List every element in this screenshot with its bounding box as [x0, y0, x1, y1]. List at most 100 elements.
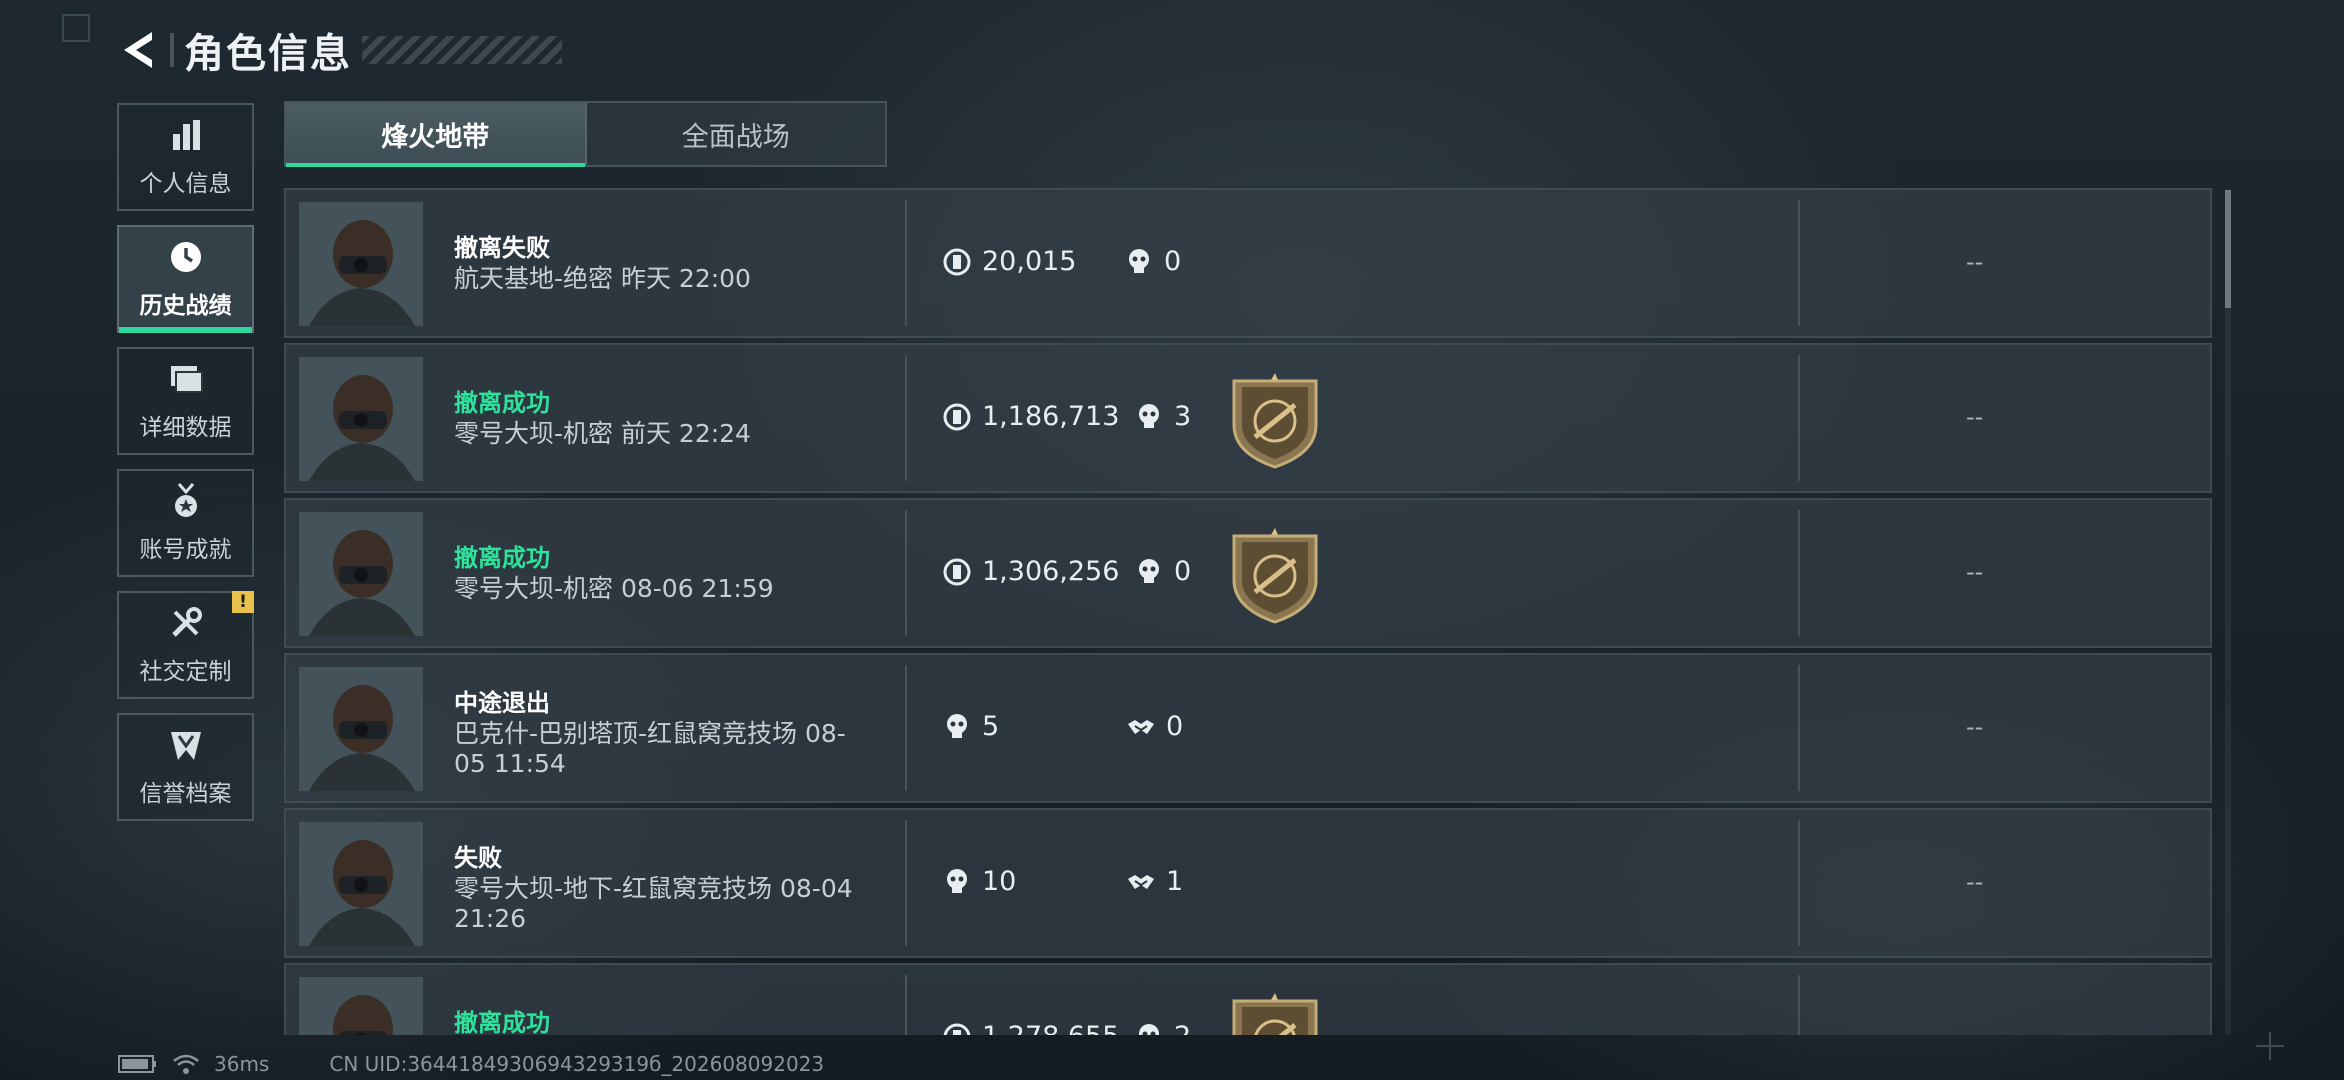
kills-stat: 3 [1134, 401, 1191, 432]
match-history-list[interactable]: 撤离失败 航天基地-绝密 昨天 22:00 20,015 0 -- 撤离成功 零… [284, 188, 2212, 1035]
column-divider [905, 975, 907, 1035]
kills-count: 2 [1174, 1021, 1191, 1035]
assists-count: 0 [1166, 711, 1184, 742]
corner-frame [62, 14, 90, 42]
back-arrow-icon[interactable] [118, 26, 162, 74]
kills-count: 5 [982, 711, 1000, 742]
scrollbar-thumb[interactable] [2225, 190, 2231, 308]
skull-icon [947, 713, 967, 738]
plus-icon [2256, 1032, 2284, 1060]
skull-icon [1139, 403, 1159, 428]
asset-value: 1,186,713 [982, 401, 1120, 432]
match-row[interactable]: 撤离失败 航天基地-绝密 昨天 22:00 20,015 0 -- [284, 188, 2212, 338]
asset-value-stat: 1,278,655 [942, 1021, 1119, 1035]
handshake-icon [1128, 874, 1154, 889]
sidebar: 个人信息 历史战绩 详细数据 账号成就 ! 社交定制 信誉档案 [117, 103, 254, 835]
asset-value: 1,278,655 [982, 1021, 1119, 1035]
kills-stat: 2 [1134, 1021, 1191, 1035]
column-divider [905, 510, 907, 636]
operator-avatar [299, 822, 423, 946]
kills-count: 3 [1174, 401, 1192, 432]
currency-icon [943, 248, 971, 275]
column-divider [1798, 510, 1800, 636]
match-row[interactable]: 失败 零号大坝-地下-红鼠窝竞技场 08-04 21:26 10 1 -- [284, 808, 2212, 958]
skull-icon [1139, 558, 1159, 583]
extra-value: -- [1966, 403, 1984, 431]
kills-count: 10 [982, 866, 1017, 897]
sidebar-item-match-history[interactable]: 历史战绩 [117, 225, 254, 333]
extra-value: -- [1966, 1023, 1983, 1035]
page-title: 角色信息 [184, 31, 352, 77]
asset-value-stat: 1,186,713 [942, 401, 1119, 432]
match-detail: 巴克什-巴别塔顶-红鼠窝竞技场 08-05 11:54 [454, 719, 846, 778]
sidebar-item-label: 个人信息 [139, 171, 232, 197]
sidebar-item-personal-info[interactable]: 个人信息 [117, 103, 254, 211]
skull-icon [947, 868, 967, 893]
column-divider [1798, 820, 1800, 946]
operator-avatar [299, 202, 423, 326]
column-divider [905, 200, 907, 326]
column-divider [1798, 975, 1800, 1035]
match-detail: 航天基地-绝密 昨天 22:00 [454, 264, 751, 293]
title-decoration [362, 36, 562, 64]
match-detail: 零号大坝-机密 08-06 21:59 [454, 574, 774, 603]
list-scrollbar[interactable] [2225, 190, 2231, 1035]
match-result: 撤离失败 [454, 234, 550, 262]
mode-tabs: 烽火地带 全面战场 [284, 101, 887, 167]
column-divider [1798, 200, 1800, 326]
header: 角色信息 [118, 22, 562, 78]
currency-icon [943, 558, 971, 585]
extra-value: -- [1966, 558, 1984, 586]
match-detail: 零号大坝-地下-红鼠窝竞技场 08-04 21:26 [454, 874, 853, 933]
extra-value: -- [1966, 868, 1984, 896]
match-result: 撤离成功 [454, 544, 550, 572]
extraction-medal-icon [1232, 528, 1318, 624]
sidebar-item-label: 账号成就 [139, 537, 232, 563]
kills-count: 0 [1174, 556, 1192, 587]
currency-icon [943, 403, 971, 430]
column-divider [905, 820, 907, 946]
match-row[interactable]: 撤离成功 零号大坝-机密 前天 22:24 1,186,713 3 -- [284, 343, 2212, 493]
kills-stat: 0 [1124, 246, 1181, 277]
sidebar-item-achievements[interactable]: 账号成就 [117, 469, 254, 577]
column-divider [905, 665, 907, 791]
extraction-medal-icon [1232, 993, 1318, 1035]
asset-value: 1,306,256 [982, 556, 1120, 587]
match-result: 撤离成功 [454, 1009, 550, 1035]
skull-icon [1139, 1023, 1159, 1035]
column-divider [1798, 355, 1800, 481]
battery-icon [118, 1055, 156, 1073]
match-row[interactable]: 撤离成功 零号大坝-机密 08-06 21:59 1,306,256 0 -- [284, 498, 2212, 648]
bar-chart-icon [172, 120, 200, 150]
kills-stat: 0 [1134, 556, 1191, 587]
match-row[interactable]: 中途退出 巴克什-巴别塔顶-红鼠窝竞技场 08-05 11:54 5 0 -- [284, 653, 2212, 803]
kills-stat: 5 [942, 711, 999, 742]
match-result: 失败 [454, 844, 502, 872]
operator-avatar [299, 667, 423, 791]
tab-full-battlefield[interactable]: 全面战场 [584, 103, 886, 165]
sidebar-item-credit-file[interactable]: 信誉档案 [117, 713, 254, 821]
extra-value: -- [1966, 713, 1984, 741]
sidebar-item-label: 详细数据 [139, 415, 232, 441]
asset-value-stat: 20,015 [942, 246, 1076, 277]
sidebar-item-social-custom[interactable]: ! 社交定制 [117, 591, 254, 699]
match-result: 撤离成功 [454, 389, 550, 417]
kills-stat: 10 [942, 866, 1016, 897]
status-footer: 36ms CN UID:3644184930694329319б_2026080… [118, 1050, 824, 1078]
tools-icon [171, 607, 202, 637]
assists-stat: 1 [1126, 866, 1183, 897]
extraction-medal-icon [1232, 373, 1318, 469]
tab-hazard-zone[interactable]: 烽火地带 [286, 103, 585, 167]
sidebar-item-detailed-data[interactable]: 详细数据 [117, 347, 254, 455]
handshake-icon [1128, 719, 1154, 734]
operator-avatar [299, 357, 423, 481]
match-row[interactable]: 撤离成功 1,278,655 2 -- [284, 963, 2212, 1035]
match-detail: 零号大坝-机密 前天 22:24 [454, 419, 751, 448]
operator-avatar [299, 512, 423, 636]
kills-count: 0 [1164, 246, 1182, 277]
asset-value-stat: 1,306,256 [942, 556, 1119, 587]
column-divider [1798, 665, 1800, 791]
user-uid: CN UID:3644184930694329319б_202608092023 [329, 1052, 825, 1076]
clock-icon [170, 242, 201, 272]
assists-stat: 0 [1126, 711, 1183, 742]
